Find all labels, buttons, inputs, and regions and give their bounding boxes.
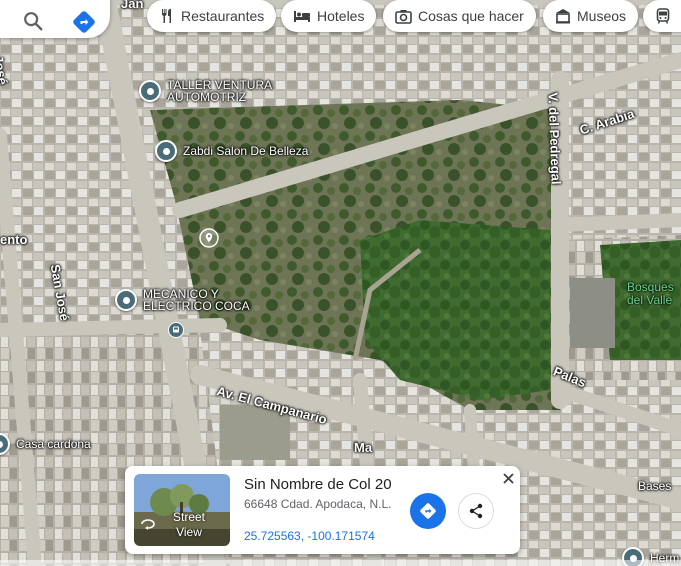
chip-label: Hoteles bbox=[317, 8, 365, 24]
poi-label: Casa cardona bbox=[16, 437, 91, 451]
street-label-jan: Jan bbox=[121, 0, 144, 11]
map-pin-icon bbox=[0, 433, 10, 455]
place-info-card[interactable]: Street View Sin Nombre de Col 20 66648 C… bbox=[125, 466, 520, 554]
street-label-bases: Bases bbox=[638, 479, 672, 493]
attribution-strip bbox=[0, 560, 681, 566]
poi-label: Zabdi Salon De Belleza bbox=[183, 144, 309, 158]
fork-knife-icon bbox=[162, 9, 171, 23]
chip-label: Restaurantes bbox=[181, 8, 265, 24]
bed-icon bbox=[294, 11, 310, 22]
camera-icon bbox=[395, 9, 412, 24]
chip-restaurantes[interactable]: Restaurantes bbox=[147, 0, 277, 32]
street-view-label: Street View bbox=[172, 510, 205, 539]
transit-icon bbox=[656, 8, 670, 24]
map-pin-icon bbox=[115, 289, 137, 311]
poi-label: TALLER VENTURA AUTOMOTRIZ bbox=[167, 78, 273, 104]
poi-zabdi-salon[interactable]: Zabdi Salon De Belleza bbox=[155, 140, 308, 162]
directions-button[interactable] bbox=[410, 493, 446, 529]
chip-label: Museos bbox=[577, 8, 627, 24]
dropped-pin-icon[interactable] bbox=[199, 228, 219, 248]
directions-icon[interactable] bbox=[70, 8, 98, 36]
map-pin-icon bbox=[155, 140, 177, 162]
street-view-thumbnail[interactable]: Street View bbox=[134, 474, 230, 546]
place-address: 66648 Cdad. Apodaca, N.L. bbox=[244, 497, 392, 511]
chip-label: Cosas que hacer bbox=[418, 8, 524, 24]
chip-hoteles[interactable]: Hoteles bbox=[281, 0, 377, 32]
museum-icon bbox=[556, 9, 570, 24]
directions-icon bbox=[420, 503, 436, 519]
street-label-v-del-pedregal: V. del Pedregal bbox=[545, 92, 564, 185]
street-label-ma: Ma bbox=[354, 440, 373, 455]
poi-casa-cardona[interactable]: Casa cardona bbox=[0, 433, 91, 455]
share-button[interactable] bbox=[458, 493, 494, 529]
place-title: Sin Nombre de Col 20 bbox=[244, 476, 392, 493]
bus-stop-icon[interactable] bbox=[168, 322, 184, 338]
chip-transit[interactable] bbox=[643, 0, 681, 32]
close-icon bbox=[502, 472, 514, 484]
poi-label: MECANICO Y ELECTRICO COCA bbox=[143, 287, 250, 313]
area-label-bosques-del-valle: Bosques del Valle bbox=[627, 280, 674, 307]
chip-cosas-que-hacer[interactable]: Cosas que hacer bbox=[383, 0, 536, 32]
close-button[interactable] bbox=[499, 469, 517, 487]
street-label-mento: ento bbox=[0, 232, 28, 247]
search-box[interactable] bbox=[0, 0, 110, 38]
share-icon bbox=[469, 503, 483, 519]
chip-museos[interactable]: Museos bbox=[543, 0, 639, 32]
map-pin-icon bbox=[139, 80, 161, 102]
search-icon[interactable] bbox=[20, 8, 46, 34]
place-coordinates[interactable]: 25.725563, -100.171574 bbox=[244, 529, 375, 543]
poi-mecanico-coca[interactable]: MECANICO Y ELECTRICO COCA bbox=[115, 288, 250, 312]
poi-taller-ventura[interactable]: TALLER VENTURA AUTOMOTRIZ bbox=[139, 79, 272, 103]
